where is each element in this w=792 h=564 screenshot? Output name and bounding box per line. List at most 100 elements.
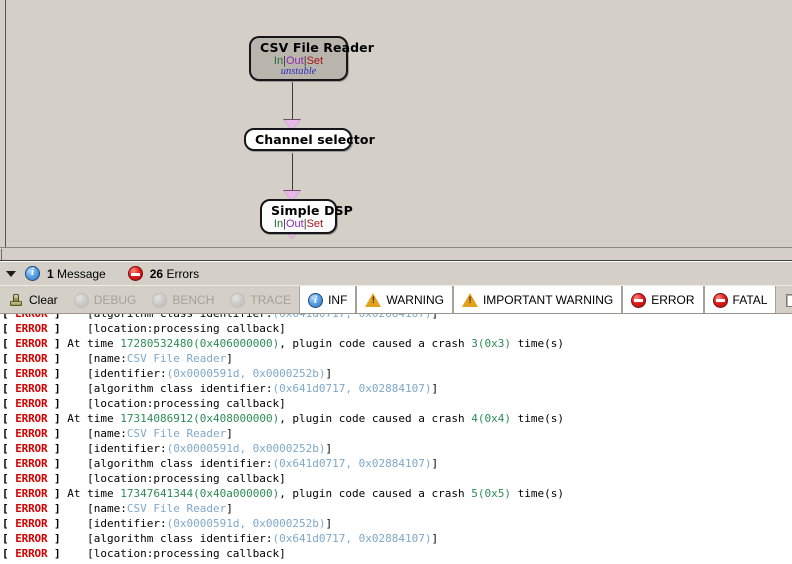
log-level-label: ERROR: [15, 517, 48, 530]
log-row[interactable]: [ ERROR ] At time 17347641344(0x40a00000…: [0, 486, 792, 501]
log-text-segment: [identifier:: [60, 517, 167, 530]
log-level-bracket-close: ]: [47, 313, 61, 320]
log-rows-container: [ ERROR ] [algorithm class identifier:(0…: [0, 313, 792, 564]
log-row[interactable]: [ ERROR ] [algorithm class identifier:(0…: [0, 456, 792, 471]
log-row[interactable]: [ ERROR ] [name:CSV File Reader]: [0, 501, 792, 516]
log-row[interactable]: [ ERROR ] [identifier:(0x0000591d, 0x000…: [0, 441, 792, 456]
info-icon: [25, 265, 40, 281]
port-out-label[interactable]: Out: [286, 218, 304, 230]
canvas-surface[interactable]: CSV File Reader In|Out|Set unstable Chan…: [6, 0, 792, 247]
log-level-bracket-open: [: [2, 547, 16, 560]
log-level-label: ERROR: [15, 472, 48, 485]
port-in-label[interactable]: In: [274, 218, 283, 230]
log-level-label: ERROR: [15, 337, 48, 350]
port-in-label[interactable]: In: [274, 55, 283, 67]
node-simple-dsp[interactable]: Simple DSP In|Out|Set: [260, 199, 353, 234]
filter-error-label: ERROR: [651, 293, 695, 307]
filter-inf-button[interactable]: INF: [299, 286, 357, 314]
log-level-label: ERROR: [15, 427, 48, 440]
show-popup-checkbox-group[interactable]: Show pop-up on Warnings and Errors: [776, 286, 792, 314]
show-popup-checkbox[interactable]: [786, 293, 792, 307]
log-row[interactable]: [ ERROR ] [location:processing callback]: [0, 471, 792, 486]
log-output-panel[interactable]: [ ERROR ] [algorithm class identifier:(0…: [0, 313, 792, 564]
node-channel-selector[interactable]: Channel selector: [244, 128, 375, 151]
log-level-bracket-close: ]: [47, 472, 61, 485]
log-level-bracket-open: [: [2, 322, 16, 335]
log-level-label: ERROR: [15, 367, 48, 380]
scrollbar-thumb[interactable]: [1, 249, 5, 260]
warning-icon: [365, 293, 382, 307]
message-count-value: 1: [47, 266, 54, 281]
log-row[interactable]: [ ERROR ] [location:processing callback]: [0, 396, 792, 411]
log-level-bracket-open: [: [2, 337, 16, 350]
log-level-bracket-close: ]: [47, 547, 61, 560]
log-text-segment: (0x4): [477, 412, 511, 425]
log-text-segment: At time: [60, 487, 121, 500]
log-text-segment: [algorithm class identifier:: [60, 313, 273, 320]
log-row[interactable]: [ ERROR ] [identifier:(0x0000591d, 0x000…: [0, 366, 792, 381]
clear-button[interactable]: Clear: [0, 286, 66, 314]
log-level-bracket-open: [: [2, 427, 16, 440]
log-text-segment: [location:processing callback]: [60, 322, 286, 335]
stop-icon: [127, 266, 143, 281]
filter-warning-button[interactable]: WARNING: [356, 286, 453, 314]
filter-fatal-label: FATAL: [732, 293, 768, 307]
clear-button-label: Clear: [29, 293, 58, 307]
error-count-label: 26 Errors: [150, 267, 199, 281]
log-level-bracket-close: ]: [47, 427, 61, 440]
log-text-segment: (0x641d0717, 0x02884107): [272, 313, 432, 320]
log-row[interactable]: [ ERROR ] [location:processing callback]: [0, 321, 792, 336]
log-text-segment: At time: [60, 412, 121, 425]
error-count-word: Errors: [166, 266, 200, 281]
log-level-bracket-open: [: [2, 313, 16, 320]
log-level-bracket-close: ]: [47, 352, 61, 365]
log-level-label: ERROR: [15, 457, 48, 470]
log-text-segment: [location:processing callback]: [60, 397, 286, 410]
log-level-bracket-open: [: [2, 472, 16, 485]
log-text-segment: 17347641344: [120, 487, 194, 500]
message-count-label: 1 Message: [47, 267, 106, 281]
log-text-segment: CSV File Reader: [126, 427, 227, 440]
log-row[interactable]: [ ERROR ] [algorithm class identifier:(0…: [0, 381, 792, 396]
log-text-segment: [name:: [60, 427, 127, 440]
log-level-label: ERROR: [15, 352, 48, 365]
filter-debug-button[interactable]: DEBUG: [66, 286, 145, 314]
log-level-bracket-open: [: [2, 412, 16, 425]
canvas-horizontal-scrollbar[interactable]: [0, 247, 792, 261]
filter-fatal-button[interactable]: FATAL: [703, 286, 777, 314]
log-text-segment: CSV File Reader: [126, 502, 227, 515]
log-row[interactable]: [ ERROR ] [name:CSV File Reader]: [0, 351, 792, 366]
filter-error-button[interactable]: ERROR: [622, 286, 704, 314]
log-text-segment: [identifier:: [60, 367, 167, 380]
log-row[interactable]: [ ERROR ] At time 17280532480(0x40600000…: [0, 336, 792, 351]
log-text-segment: (0x641d0717, 0x02884107): [272, 382, 432, 395]
filter-important-warning-button[interactable]: IMPORTANT WARNING: [452, 286, 623, 314]
log-row[interactable]: [ ERROR ] At time 17314086912(0x40800000…: [0, 411, 792, 426]
log-text-segment: ]: [431, 532, 439, 545]
log-level-bracket-close: ]: [47, 532, 61, 545]
port-set-label[interactable]: Set: [307, 55, 324, 67]
filter-bench-button[interactable]: BENCH: [144, 286, 222, 314]
log-row[interactable]: [ ERROR ] [algorithm class identifier:(0…: [0, 313, 792, 321]
log-text-segment: time(s): [511, 412, 564, 425]
log-level-label: ERROR: [15, 502, 48, 515]
log-text-segment: [name:: [60, 502, 127, 515]
log-row[interactable]: [ ERROR ] [location:processing callback]: [0, 546, 792, 561]
node-title: Simple DSP: [271, 203, 353, 218]
log-row[interactable]: [ ERROR ] [identifier:(0x0000591d, 0x000…: [0, 516, 792, 531]
node-status-label: unstable: [280, 65, 317, 77]
filter-trace-button[interactable]: TRACE: [222, 286, 299, 314]
log-level-bracket-open: [: [2, 517, 16, 530]
filter-important-warning-label: IMPORTANT WARNING: [482, 293, 614, 307]
log-row[interactable]: [ ERROR ] [name:CSV File Reader]: [0, 426, 792, 441]
log-level-bracket-open: [: [2, 352, 16, 365]
scenario-canvas[interactable]: CSV File Reader In|Out|Set unstable Chan…: [0, 0, 792, 247]
log-row[interactable]: [ ERROR ] [algorithm class identifier:(0…: [0, 531, 792, 546]
port-set-label[interactable]: Set: [307, 218, 324, 230]
caret-down-icon[interactable]: [6, 270, 16, 277]
node-csv-file-reader[interactable]: CSV File Reader In|Out|Set unstable: [249, 36, 374, 81]
port-out-label[interactable]: Out: [286, 55, 304, 67]
log-level-bracket-open: [: [2, 487, 16, 500]
log-text-segment: [algorithm class identifier:: [60, 382, 273, 395]
log-level-label: ERROR: [15, 322, 48, 335]
